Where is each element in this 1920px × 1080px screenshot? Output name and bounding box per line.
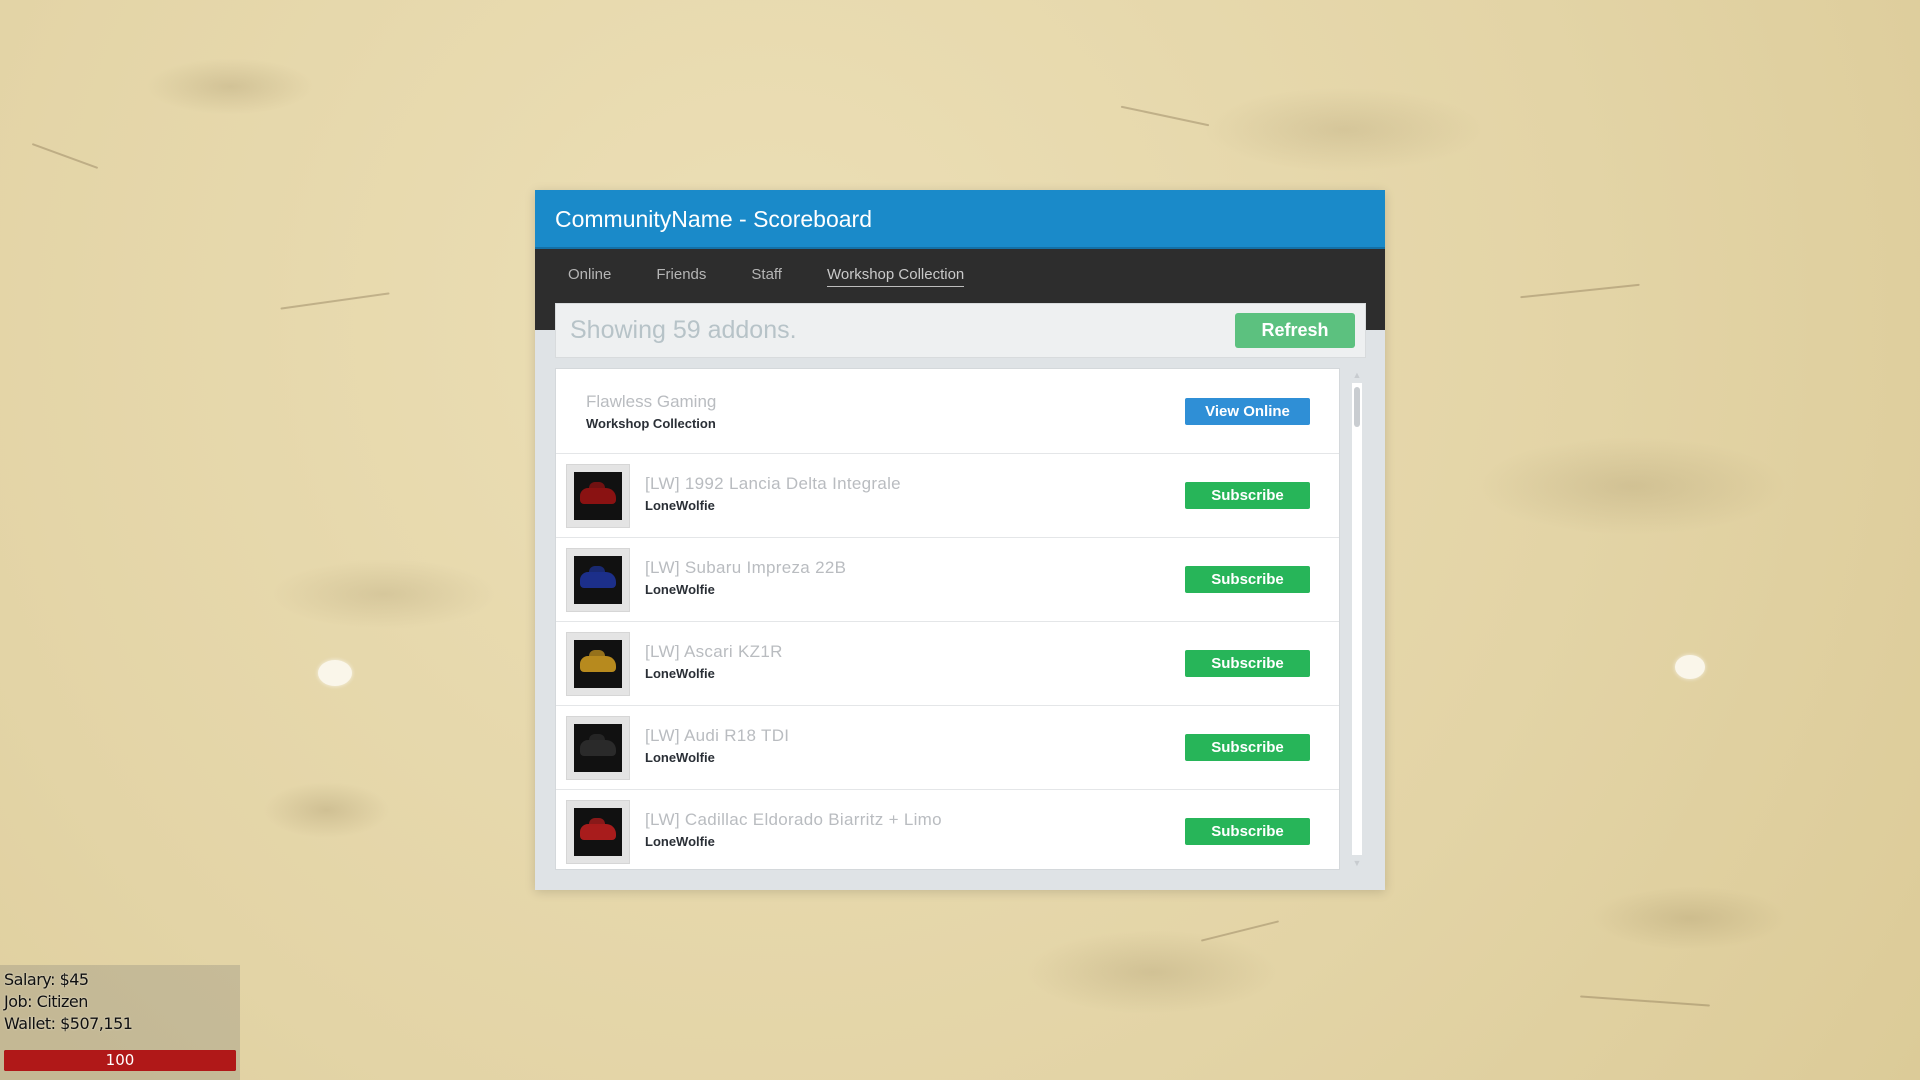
addon-thumbnail (566, 464, 630, 528)
collection-header-row: Flawless Gaming Workshop Collection View… (556, 369, 1339, 454)
car-image (574, 724, 622, 772)
player-hud: Salary: $45 Job: Citizen Wallet: $507,15… (0, 965, 240, 1080)
subscribe-button[interactable]: Subscribe (1185, 650, 1310, 677)
tab-workshop-collection[interactable]: Workshop Collection (826, 266, 965, 287)
addon-title: [LW] Subaru Impreza 22B (645, 558, 847, 577)
scroll-down-arrow-icon[interactable]: ▼ (1352, 858, 1362, 868)
car-icon (580, 818, 616, 840)
list-item: [LW] Ascari KZ1R LoneWolfie Subscribe (556, 622, 1339, 706)
addon-thumbnail (566, 632, 630, 696)
subscribe-button[interactable]: Subscribe (1185, 734, 1310, 761)
addon-author: LoneWolfie (645, 834, 715, 849)
addon-title: [LW] Cadillac Eldorado Biarritz + Limo (645, 810, 942, 829)
list-item: [LW] Cadillac Eldorado Biarritz + Limo L… (556, 790, 1339, 869)
tab-staff[interactable]: Staff (751, 266, 782, 287)
addon-author: LoneWolfie (645, 582, 715, 597)
subscribe-button[interactable]: Subscribe (1185, 482, 1310, 509)
list-item: [LW] Audi R18 TDI LoneWolfie Subscribe (556, 706, 1339, 790)
subscribe-button[interactable]: Subscribe (1185, 818, 1310, 845)
list-item: [LW] Subaru Impreza 22B LoneWolfie Subsc… (556, 538, 1339, 622)
car-image (574, 556, 622, 604)
scroll-track[interactable] (1352, 383, 1362, 855)
addon-author: LoneWolfie (645, 750, 715, 765)
addon-author: LoneWolfie (645, 498, 715, 513)
collection-subtitle: Workshop Collection (586, 416, 716, 431)
window-title: CommunityName - Scoreboard (535, 190, 1385, 249)
tab-online[interactable]: Online (568, 266, 611, 287)
addon-count-text: Showing 59 addons. (570, 316, 797, 344)
car-icon (580, 566, 616, 588)
car-image (574, 472, 622, 520)
addon-thumbnail (566, 800, 630, 864)
tab-friends[interactable]: Friends (656, 266, 706, 287)
car-icon (580, 650, 616, 672)
wall-crack (1520, 283, 1640, 299)
addon-author: LoneWolfie (645, 666, 715, 681)
subscribe-button[interactable]: Subscribe (1185, 566, 1310, 593)
wall-crack (31, 143, 99, 169)
hud-job: Job: Citizen (4, 992, 88, 1011)
addon-title: [LW] Audi R18 TDI (645, 726, 790, 745)
addon-thumbnail (566, 716, 630, 780)
car-icon (580, 482, 616, 504)
list-scrollbar[interactable]: ▲ ▼ (1350, 368, 1364, 870)
addon-thumbnail (566, 548, 630, 612)
scroll-up-arrow-icon[interactable]: ▲ (1352, 370, 1362, 380)
addon-title: [LW] 1992 Lancia Delta Integrale (645, 474, 901, 493)
car-image (574, 640, 622, 688)
wall-crack (1120, 105, 1210, 127)
collection-title: Flawless Gaming (586, 392, 717, 411)
wall-crack (1200, 920, 1280, 942)
wall-speck (318, 660, 352, 686)
refresh-button[interactable]: Refresh (1235, 313, 1355, 348)
list-item: [LW] 1992 Lancia Delta Integrale LoneWol… (556, 454, 1339, 538)
scoreboard-window: CommunityName - Scoreboard Online Friend… (535, 190, 1385, 890)
addon-list: Flawless Gaming Workshop Collection View… (555, 368, 1340, 870)
view-online-button[interactable]: View Online (1185, 398, 1310, 425)
scroll-thumb[interactable] (1354, 387, 1360, 427)
wall-crack (280, 292, 390, 310)
wall-speck (1675, 655, 1705, 679)
hud-wallet: Wallet: $507,151 (4, 1014, 133, 1033)
hud-salary: Salary: $45 (4, 970, 89, 989)
tab-list: Online Friends Staff Workshop Collection (535, 249, 1385, 304)
health-value: 100 (105, 1051, 135, 1069)
wall-crack (1580, 995, 1710, 1007)
car-image (574, 808, 622, 856)
car-icon (580, 734, 616, 756)
health-bar: 100 (4, 1050, 236, 1071)
addon-title: [LW] Ascari KZ1R (645, 642, 783, 661)
addon-info-bar: Showing 59 addons. Refresh (555, 303, 1366, 358)
